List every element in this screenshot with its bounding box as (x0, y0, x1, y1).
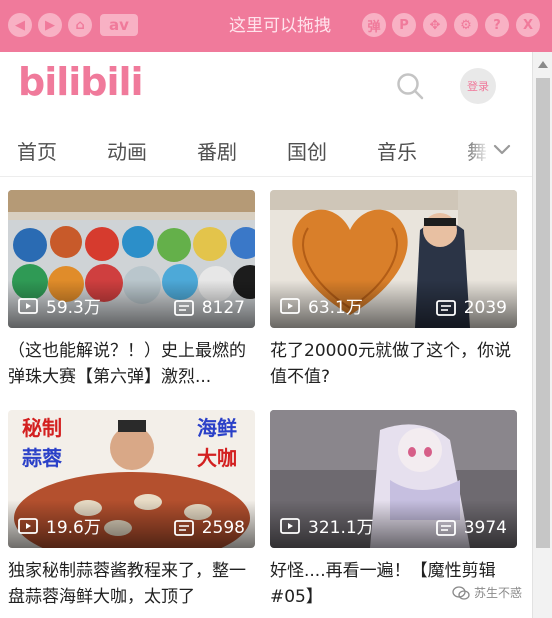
danmaku-count-icon (435, 300, 456, 316)
danmaku-count-text: 3974 (463, 518, 507, 538)
tab-bangumi[interactable]: 番剧 (197, 136, 237, 165)
danmaku-count-text: 2598 (201, 518, 245, 538)
video-card[interactable]: 秘制 海鲜 蒜蓉 大咖 19.6万 2598 独家秘制蒜蓉酱教程来了，整一盘蒜蓉… (8, 410, 255, 610)
tab-home[interactable]: 首页 (17, 136, 57, 165)
gear-icon[interactable]: ⚙ (454, 13, 478, 37)
watermark-text: 苏生不惑 (474, 586, 523, 600)
view-count: 321.1万 (280, 513, 374, 538)
chevron-down-icon[interactable] (492, 140, 512, 160)
login-button[interactable]: 登录 (460, 68, 496, 104)
video-title[interactable]: 花了20000元就做了这个，你说值不值? (270, 338, 517, 390)
thumb-text-top-left: 秘制 (22, 416, 62, 440)
view-count-text: 59.3万 (46, 298, 101, 318)
tab-anime[interactable]: 动画 (107, 136, 147, 165)
drag-area-title[interactable]: 这里可以拖拽 (190, 0, 370, 52)
pip-icon[interactable]: P (392, 13, 416, 37)
search-icon[interactable] (396, 72, 424, 100)
danmaku-count-icon (435, 520, 456, 536)
tab-music[interactable]: 音乐 (377, 136, 417, 165)
danmaku-count-text: 8127 (201, 298, 245, 318)
danmaku-count: 8127 (173, 298, 245, 318)
thumb-text-bottom-left: 蒜蓉 (22, 446, 62, 470)
tab-guochuang[interactable]: 国创 (287, 136, 327, 165)
view-count-text: 63.1万 (308, 298, 363, 318)
av-button[interactable]: av (100, 14, 138, 36)
scrollbar[interactable] (532, 52, 552, 618)
wechat-icon (452, 585, 470, 600)
title-bar[interactable]: ◀ ▶ ⌂ av 这里可以拖拽 弹 P ✥ ⚙ ? X (0, 0, 552, 52)
category-tabs: 首页 动画 番剧 国创 音乐 舞 (0, 126, 532, 177)
video-card[interactable]: 59.3万 8127 （这也能解说？！）史上最燃的弹珠大赛【第六弹】激烈... (8, 190, 255, 390)
play-count-icon (280, 297, 300, 314)
play-count-icon (18, 517, 38, 534)
danmaku-icon[interactable]: 弹 (362, 13, 386, 37)
view-count-text: 19.6万 (46, 518, 101, 538)
view-count: 63.1万 (280, 293, 363, 318)
help-icon[interactable]: ? (485, 13, 509, 37)
danmaku-count-icon (173, 300, 194, 316)
video-title[interactable]: （这也能解说？！）史上最燃的弹珠大赛【第六弹】激烈... (8, 338, 255, 390)
watermark: 苏生不惑 (452, 584, 522, 601)
danmaku-count-icon (173, 520, 194, 536)
play-count-icon (280, 517, 300, 534)
video-thumbnail[interactable]: 63.1万 2039 (270, 190, 517, 328)
view-count: 59.3万 (18, 293, 101, 318)
scroll-thumb[interactable] (536, 78, 550, 548)
danmaku-count: 3974 (435, 518, 507, 538)
thumb-text-bottom-right: 大咖 (197, 446, 237, 470)
back-icon[interactable]: ◀ (8, 13, 32, 37)
video-card[interactable]: 321.1万 3974 好怪....再看一遍！【魔性剪辑 #05】 (270, 410, 517, 610)
close-icon[interactable]: X (516, 13, 540, 37)
bilibili-logo[interactable]: bilibili (18, 60, 144, 104)
danmaku-count-text: 2039 (463, 298, 507, 318)
danmaku-count: 2598 (173, 518, 245, 538)
scroll-up-arrow-icon[interactable] (533, 58, 552, 72)
video-thumbnail[interactable]: 秘制 海鲜 蒜蓉 大咖 19.6万 2598 (8, 410, 255, 548)
move-icon[interactable]: ✥ (423, 13, 447, 37)
home-icon[interactable]: ⌂ (68, 13, 92, 37)
danmaku-count: 2039 (435, 298, 507, 318)
forward-icon[interactable]: ▶ (38, 13, 62, 37)
play-count-icon (18, 297, 38, 314)
video-title[interactable]: 独家秘制蒜蓉酱教程来了，整一盘蒜蓉海鲜大咖，太顶了 (8, 558, 255, 610)
view-count: 19.6万 (18, 513, 101, 538)
view-count-text: 321.1万 (308, 518, 374, 538)
thumb-text-top-right: 海鲜 (197, 416, 237, 440)
video-thumbnail[interactable]: 59.3万 8127 (8, 190, 255, 328)
video-thumbnail[interactable]: 321.1万 3974 (270, 410, 517, 548)
video-card[interactable]: 63.1万 2039 花了20000元就做了这个，你说值不值? (270, 190, 517, 390)
